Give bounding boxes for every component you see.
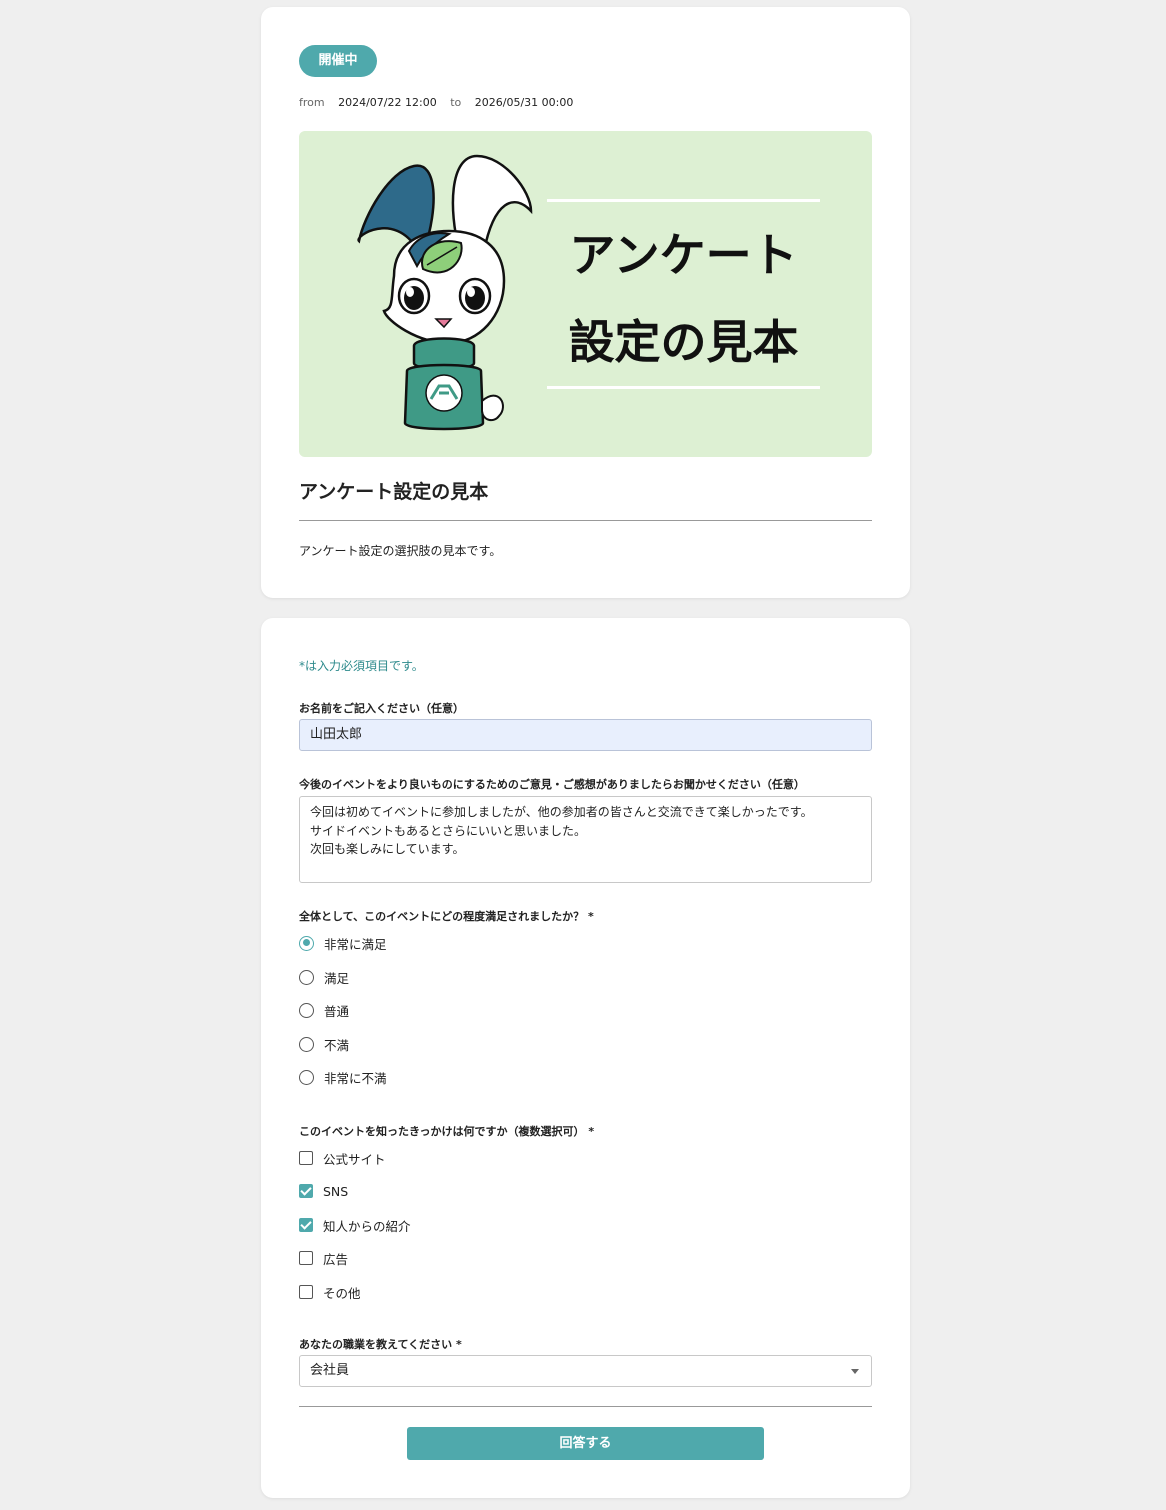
option-label: SNS bbox=[323, 1183, 349, 1199]
source-option[interactable]: 広告 bbox=[299, 1248, 348, 1268]
source-option[interactable]: SNS bbox=[299, 1181, 348, 1201]
option-label: その他 bbox=[323, 1285, 361, 1301]
q5-label: あなたの職業を教えてください * bbox=[299, 1338, 462, 1351]
source-option[interactable]: その他 bbox=[299, 1282, 361, 1302]
option-label: 公式サイト bbox=[323, 1151, 386, 1167]
event-card: 開催中 from 2024/07/22 12:00 to 2026/05/31 … bbox=[261, 7, 910, 598]
caret-down-icon bbox=[851, 1369, 859, 1374]
option-label: 知人からの紹介 bbox=[323, 1218, 411, 1234]
q2-label: 今後のイベントをより良いものにするためのご意見・ご感想がありましたらお聞かせくだ… bbox=[299, 778, 805, 791]
occupation-select[interactable]: 会社員 bbox=[299, 1355, 872, 1387]
satisfaction-option[interactable]: 非常に満足 bbox=[299, 933, 387, 953]
option-label: 非常に不満 bbox=[324, 1070, 387, 1086]
satisfaction-option[interactable]: 満足 bbox=[299, 967, 349, 987]
checkbox-checked-icon[interactable] bbox=[299, 1218, 313, 1232]
feedback-textarea[interactable]: 今回は初めてイベントに参加しましたが、他の参加者の皆さんと交流できて楽しかったで… bbox=[299, 796, 872, 883]
checkbox-icon[interactable] bbox=[299, 1251, 313, 1265]
event-period: from 2024/07/22 12:00 to 2026/05/31 00:0… bbox=[299, 96, 573, 109]
radio-icon[interactable] bbox=[299, 1002, 314, 1018]
event-description: アンケート設定の選択肢の見本です。 bbox=[299, 544, 502, 558]
banner-bottom-line bbox=[547, 386, 820, 389]
rabbit-mascot-illustration bbox=[357, 154, 533, 431]
satisfaction-option[interactable]: 普通 bbox=[299, 1000, 349, 1020]
source-option[interactable]: 知人からの紹介 bbox=[299, 1215, 411, 1235]
checkbox-icon[interactable] bbox=[299, 1285, 313, 1299]
submit-button[interactable]: 回答する bbox=[407, 1427, 764, 1460]
satisfaction-option[interactable]: 非常に不満 bbox=[299, 1067, 387, 1087]
title-divider bbox=[299, 520, 872, 521]
select-value: 会社員 bbox=[310, 1363, 350, 1378]
radio-icon[interactable] bbox=[299, 1069, 314, 1085]
satisfaction-option[interactable]: 不満 bbox=[299, 1034, 349, 1054]
radio-icon[interactable] bbox=[299, 1036, 314, 1052]
event-title: アンケート設定の見本 bbox=[299, 481, 489, 503]
radio-icon[interactable] bbox=[299, 969, 314, 985]
required-note: *は入力必須項目です。 bbox=[299, 659, 424, 673]
period-to-label: to bbox=[450, 96, 462, 109]
option-label: 広告 bbox=[323, 1251, 349, 1267]
option-label: 非常に満足 bbox=[324, 936, 387, 952]
period-to: 2026/05/31 00:00 bbox=[474, 96, 574, 109]
banner-title-line2: 設定の見本 bbox=[568, 315, 799, 369]
banner-top-line bbox=[547, 199, 820, 202]
banner-title-line1: アンケート bbox=[569, 228, 798, 282]
q1-label: お名前をご記入ください（任意） bbox=[299, 702, 464, 715]
option-label: 満足 bbox=[324, 970, 350, 986]
name-input[interactable]: 山田太郎 bbox=[299, 719, 872, 751]
q4-label: このイベントを知ったきっかけは何ですか（複数選択可） * bbox=[299, 1125, 595, 1138]
checkbox-icon[interactable] bbox=[299, 1151, 313, 1165]
event-banner: アンケート 設定の見本 bbox=[299, 131, 872, 457]
period-from-label: from bbox=[299, 96, 325, 109]
option-label: 不満 bbox=[324, 1037, 350, 1053]
survey-form-card: *は入力必須項目です。 お名前をご記入ください（任意） 山田太郎 今後のイベント… bbox=[261, 618, 910, 1498]
source-option[interactable]: 公式サイト bbox=[299, 1148, 386, 1168]
checkbox-checked-icon[interactable] bbox=[299, 1184, 313, 1198]
form-divider bbox=[299, 1406, 872, 1407]
option-label: 普通 bbox=[324, 1003, 350, 1019]
q3-label: 全体として、このイベントにどの程度満足されましたか？ * bbox=[299, 910, 594, 923]
status-badge: 開催中 bbox=[299, 45, 377, 77]
period-from: 2024/07/22 12:00 bbox=[338, 96, 437, 109]
radio-checked-icon[interactable] bbox=[299, 935, 314, 951]
